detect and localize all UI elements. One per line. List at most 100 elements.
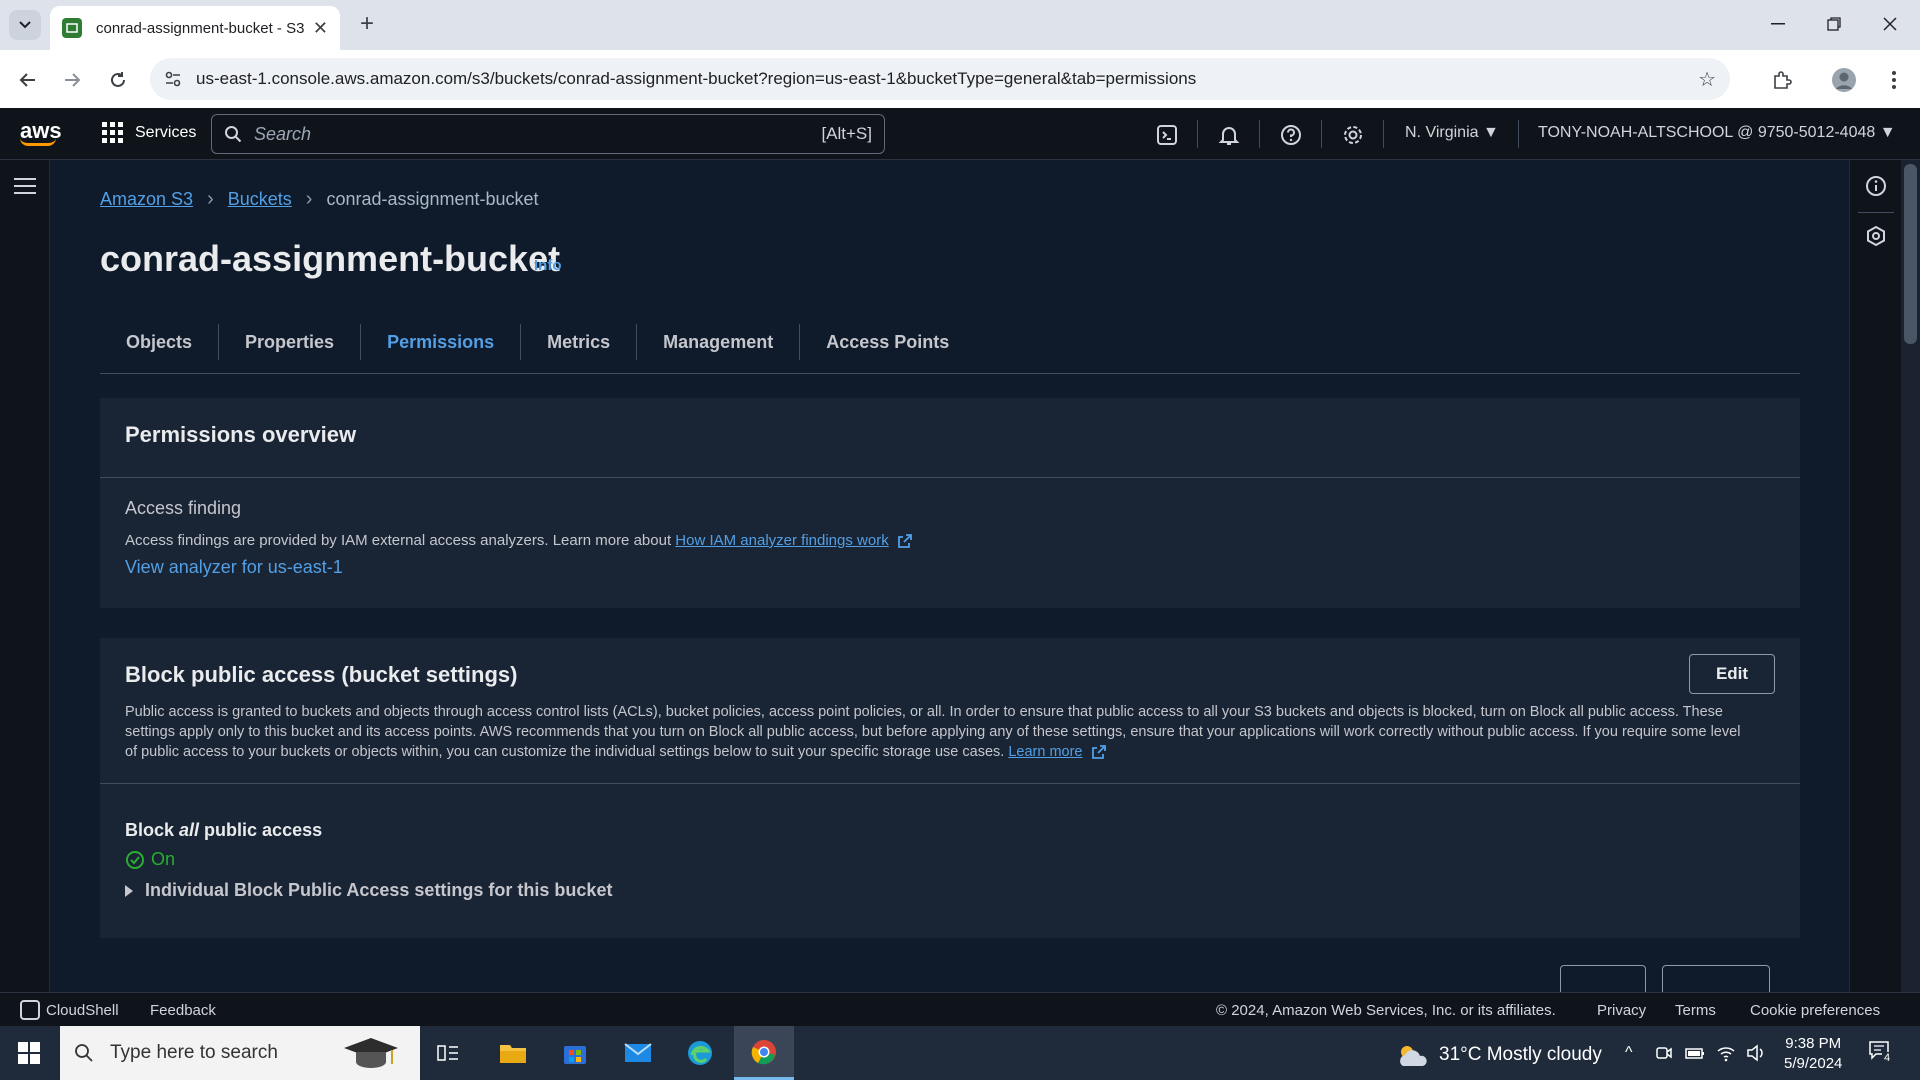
aws-logo[interactable]: aws xyxy=(20,118,62,146)
check-circle-icon xyxy=(126,850,144,869)
volume-icon[interactable] xyxy=(1746,1044,1766,1062)
new-tab-button[interactable]: + xyxy=(352,10,382,38)
wifi-icon[interactable] xyxy=(1716,1044,1736,1062)
hamburger-menu-icon[interactable] xyxy=(14,178,36,199)
page-title: conrad-assignment-bucket xyxy=(100,238,561,279)
settings-button[interactable] xyxy=(1340,122,1366,148)
address-bar[interactable]: us-east-1.console.aws.amazon.com/s3/buck… xyxy=(150,58,1730,100)
windows-taskbar: Type here to search 31°C Mostly cloudy ^… xyxy=(0,1026,1920,1080)
terms-link[interactable]: Terms xyxy=(1675,1002,1716,1019)
bookmark-star-icon[interactable]: ☆ xyxy=(1698,67,1716,92)
task-view-button[interactable] xyxy=(420,1026,476,1080)
learn-more-link[interactable]: Learn more xyxy=(1008,744,1082,760)
help-circle-icon xyxy=(1281,125,1301,145)
access-finding-text: Access findings are provided by IAM exte… xyxy=(125,532,672,549)
cloudshell-link[interactable]: CloudShell xyxy=(46,1002,119,1019)
tab-management[interactable]: Management xyxy=(637,324,801,360)
view-analyzer-link[interactable]: View analyzer for us-east-1 xyxy=(125,557,1775,578)
windows-start-button[interactable] xyxy=(18,1042,40,1064)
account-menu[interactable]: TONY-NOAH-ALTSCHOOL @ 9750-5012-4048 ▼ xyxy=(1538,124,1896,142)
task-view-icon xyxy=(437,1045,458,1061)
tab-metrics[interactable]: Metrics xyxy=(521,324,638,360)
tab-permissions[interactable]: Permissions xyxy=(361,324,522,360)
meet-now-icon[interactable] xyxy=(1655,1044,1673,1062)
browser-menu-button[interactable] xyxy=(1880,66,1908,94)
search-input[interactable]: Search [Alt+S] xyxy=(211,114,885,154)
weather-widget[interactable]: 31°C Mostly cloudy xyxy=(1395,1042,1602,1068)
mail-app[interactable] xyxy=(610,1026,666,1080)
aws-top-nav: aws Services Search [Alt+S] N. Virginia … xyxy=(0,108,1920,160)
cookie-preferences-link[interactable]: Cookie preferences xyxy=(1750,1002,1880,1019)
next-section-button[interactable] xyxy=(1560,965,1646,992)
restore-button[interactable] xyxy=(1814,8,1854,40)
page-scrollbar[interactable] xyxy=(1901,160,1920,992)
browser-tab-active[interactable]: conrad-assignment-bucket - S3 ✕ xyxy=(50,6,340,50)
privacy-link[interactable]: Privacy xyxy=(1597,1002,1646,1019)
search-placeholder: Search xyxy=(254,123,312,144)
breadcrumb-amazon-s3[interactable]: Amazon S3 xyxy=(100,189,193,210)
right-tools-rail xyxy=(1849,160,1901,992)
site-info-icon[interactable] xyxy=(164,70,182,88)
chevron-down-icon xyxy=(19,21,31,29)
tab-objects[interactable]: Objects xyxy=(100,324,220,360)
restore-icon xyxy=(1827,17,1841,31)
chevron-right-icon: › xyxy=(305,188,313,210)
forward-button[interactable] xyxy=(58,66,86,94)
tab-search-button[interactable] xyxy=(9,10,41,40)
arrow-left-icon xyxy=(19,73,35,87)
feedback-link[interactable]: Feedback xyxy=(150,1002,216,1019)
label-emphasis: all xyxy=(179,820,200,840)
individual-settings-expander[interactable]: Individual Block Public Access settings … xyxy=(125,880,1775,901)
back-button[interactable] xyxy=(14,66,42,94)
services-menu-button[interactable]: Services xyxy=(102,122,196,143)
block-public-access-description: Public access is granted to buckets and … xyxy=(125,702,1745,762)
tab-close-icon[interactable]: ✕ xyxy=(313,18,328,39)
notifications-button[interactable] xyxy=(1216,122,1242,148)
chrome-icon xyxy=(751,1039,776,1064)
cloudy-weather-icon xyxy=(1400,1046,1427,1066)
clock-date: 5/9/2024 xyxy=(1784,1055,1843,1072)
battery-icon[interactable] xyxy=(1685,1044,1705,1062)
profile-avatar[interactable] xyxy=(1830,66,1858,94)
iam-analyzer-link[interactable]: How IAM analyzer findings work xyxy=(675,532,888,549)
divider xyxy=(1383,120,1384,148)
cloudshell-button[interactable] xyxy=(1154,122,1180,148)
main-content: Amazon S3 › Buckets › conrad-assignment-… xyxy=(50,160,1849,992)
info-panel-icon[interactable] xyxy=(1865,175,1887,197)
taskbar-search-input[interactable]: Type here to search xyxy=(60,1026,420,1080)
tab-access-points[interactable]: Access Points xyxy=(800,324,975,360)
block-all-public-access-label: Block all public access xyxy=(125,820,1775,841)
breadcrumb-current: conrad-assignment-bucket xyxy=(326,189,539,209)
tab-properties[interactable]: Properties xyxy=(219,324,362,360)
taskbar-search-placeholder: Type here to search xyxy=(110,1042,278,1063)
close-icon xyxy=(1883,17,1897,31)
help-button[interactable] xyxy=(1278,122,1304,148)
search-icon xyxy=(225,126,242,143)
region-selector[interactable]: N. Virginia ▼ xyxy=(1405,124,1499,142)
reload-button[interactable] xyxy=(104,66,132,94)
hexagon-settings-icon[interactable] xyxy=(1865,225,1887,247)
info-link[interactable]: Info xyxy=(534,257,562,274)
graduation-cap-icon xyxy=(344,1038,398,1068)
breadcrumb-buckets[interactable]: Buckets xyxy=(228,189,292,210)
kebab-menu-icon xyxy=(1892,71,1896,89)
notification-center-button[interactable]: 4 xyxy=(1868,1040,1893,1064)
divider xyxy=(1197,120,1198,148)
label-part: public access xyxy=(199,820,323,840)
extensions-button[interactable] xyxy=(1768,66,1796,94)
system-clock[interactable]: 9:38 PM 5/9/2024 xyxy=(1784,1034,1842,1074)
close-window-button[interactable] xyxy=(1870,8,1910,40)
edge-app[interactable] xyxy=(672,1026,728,1080)
next-section-button[interactable] xyxy=(1662,965,1770,992)
browser-tab-bar: conrad-assignment-bucket - S3 ✕ + xyxy=(0,0,1920,50)
minimize-button[interactable] xyxy=(1758,8,1798,40)
edit-button[interactable]: Edit xyxy=(1689,654,1775,694)
status-indicator: On xyxy=(125,849,1775,870)
chrome-app[interactable] xyxy=(734,1026,794,1080)
microsoft-store-app[interactable] xyxy=(547,1026,603,1080)
chevron-up-icon[interactable]: ^ xyxy=(1625,1044,1633,1062)
minimize-icon xyxy=(1771,23,1785,25)
scrollbar-thumb[interactable] xyxy=(1904,164,1917,344)
access-finding-label: Access finding xyxy=(125,498,242,518)
file-explorer-app[interactable] xyxy=(485,1026,541,1080)
